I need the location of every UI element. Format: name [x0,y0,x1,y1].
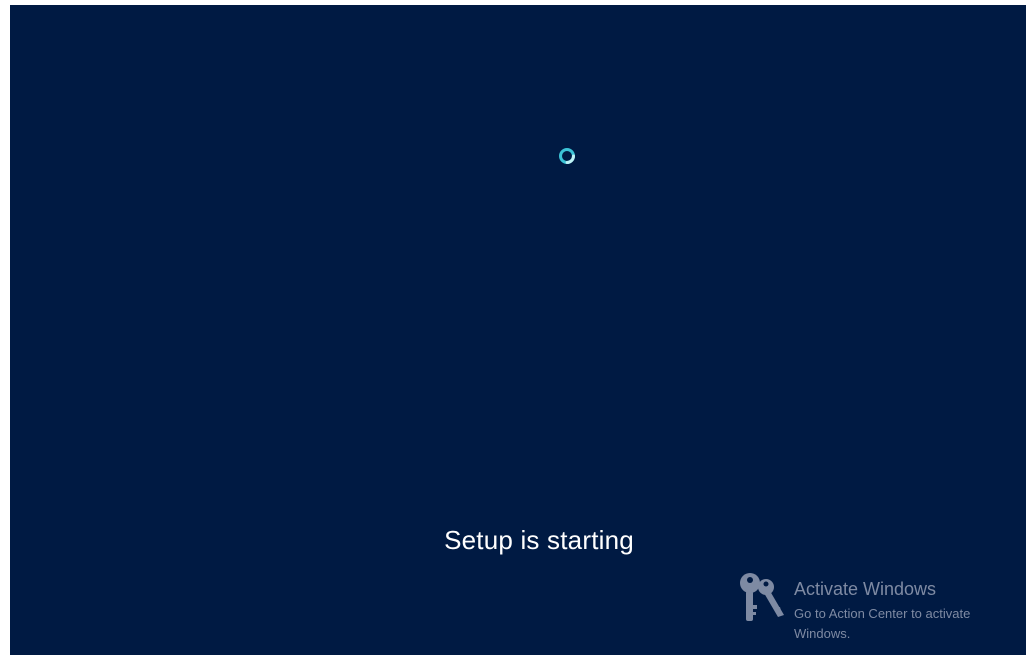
setup-status-text: Setup is starting [444,525,634,555]
activate-windows-watermark: Activate Windows Go to Action Center to … [738,571,1026,651]
activate-windows-subtitle: Go to Action Center to activate Windows. [794,606,971,641]
activate-windows-title: Activate Windows [794,579,937,599]
keys-icon [740,573,784,621]
loading-spinner-icon [559,148,575,164]
setup-screen: Setup is starting Activate Windows Go to… [10,5,1026,655]
